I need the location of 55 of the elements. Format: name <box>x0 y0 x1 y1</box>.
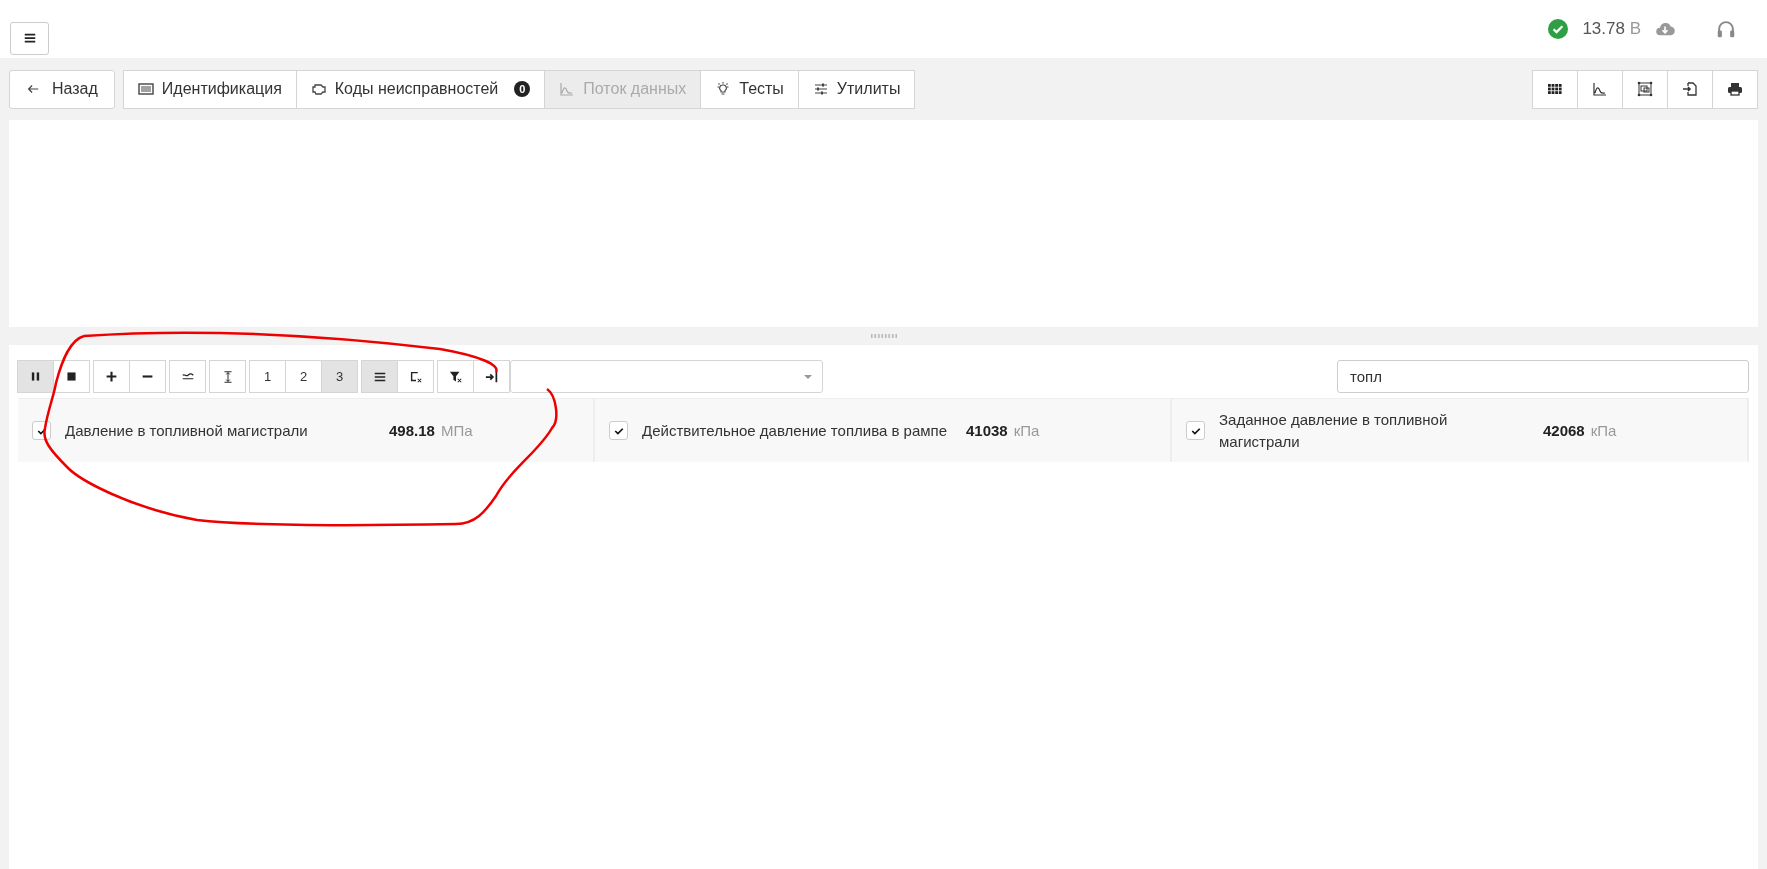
parameter-name: Заданное давление в топливной магистрали <box>1219 409 1449 452</box>
parameter-value: 498.18 <box>389 422 435 439</box>
list-button[interactable] <box>361 360 398 393</box>
line-chart-icon <box>1592 81 1608 97</box>
engine-icon <box>310 81 327 97</box>
back-button[interactable]: Назад <box>9 69 115 109</box>
stop-icon <box>65 370 78 383</box>
wave-button[interactable] <box>169 360 206 393</box>
filter-clear-icon <box>448 369 463 384</box>
parameter-unit: кПа <box>1590 422 1617 439</box>
view-button[interactable] <box>1712 69 1758 109</box>
nav-tab[interactable]: Коды неисправностей 0 <box>295 69 546 109</box>
parameter-value: 41038 <box>966 422 1008 439</box>
column-count-button[interactable]: 3 <box>321 360 358 393</box>
line-chart-icon <box>559 81 576 97</box>
file-import-icon <box>1682 81 1698 97</box>
lightbulb-icon <box>715 81 732 97</box>
parameter-unit: МПа <box>440 422 473 439</box>
parameter-name: Действительное давление топлива в рампе <box>642 420 949 441</box>
splitter-handle[interactable] <box>869 334 898 338</box>
plus-icon <box>105 370 118 383</box>
column-count-button[interactable]: 2 <box>285 360 322 393</box>
nav-tab[interactable]: Идентификация <box>122 69 297 109</box>
filter-clear-button[interactable] <box>437 360 474 393</box>
menu-icon <box>22 31 37 45</box>
column-count-button[interactable]: 1 <box>249 360 286 393</box>
print-icon <box>1727 81 1743 97</box>
plus-button[interactable] <box>93 360 130 393</box>
voltage-reading: 13.78 В <box>1582 19 1641 39</box>
fit-screen-icon <box>1637 81 1653 97</box>
stop-button[interactable] <box>53 360 90 393</box>
checkbox[interactable] <box>1186 421 1205 440</box>
search-field[interactable]: топл <box>1337 360 1749 393</box>
jump-button[interactable] <box>473 360 510 393</box>
minus-button[interactable] <box>129 360 166 393</box>
clear-selection-icon <box>408 369 423 384</box>
count-badge: 0 <box>514 81 531 97</box>
arrow-left-icon <box>26 82 40 96</box>
view-button[interactable] <box>1532 69 1578 109</box>
pause-icon <box>29 370 42 383</box>
parameter-unit: кПа <box>1013 422 1040 439</box>
grid-icon <box>1547 81 1563 97</box>
dropdown-field[interactable] <box>510 360 823 393</box>
menu-button[interactable] <box>10 21 49 55</box>
nav-tab[interactable]: Тесты <box>700 69 799 109</box>
headset-icon <box>1715 18 1737 40</box>
sliders-icon <box>812 81 829 97</box>
arrow-to-bar-icon <box>484 369 499 384</box>
nav-tab[interactable]: Утилиты <box>797 69 916 109</box>
height-button[interactable] <box>209 360 246 393</box>
pause-button[interactable] <box>17 360 54 393</box>
id-card-icon <box>137 81 154 97</box>
parameter-name: Давление в топливной магистрали <box>65 420 309 441</box>
checkbox[interactable] <box>609 421 628 440</box>
parameter-value: 42068 <box>1543 422 1585 439</box>
